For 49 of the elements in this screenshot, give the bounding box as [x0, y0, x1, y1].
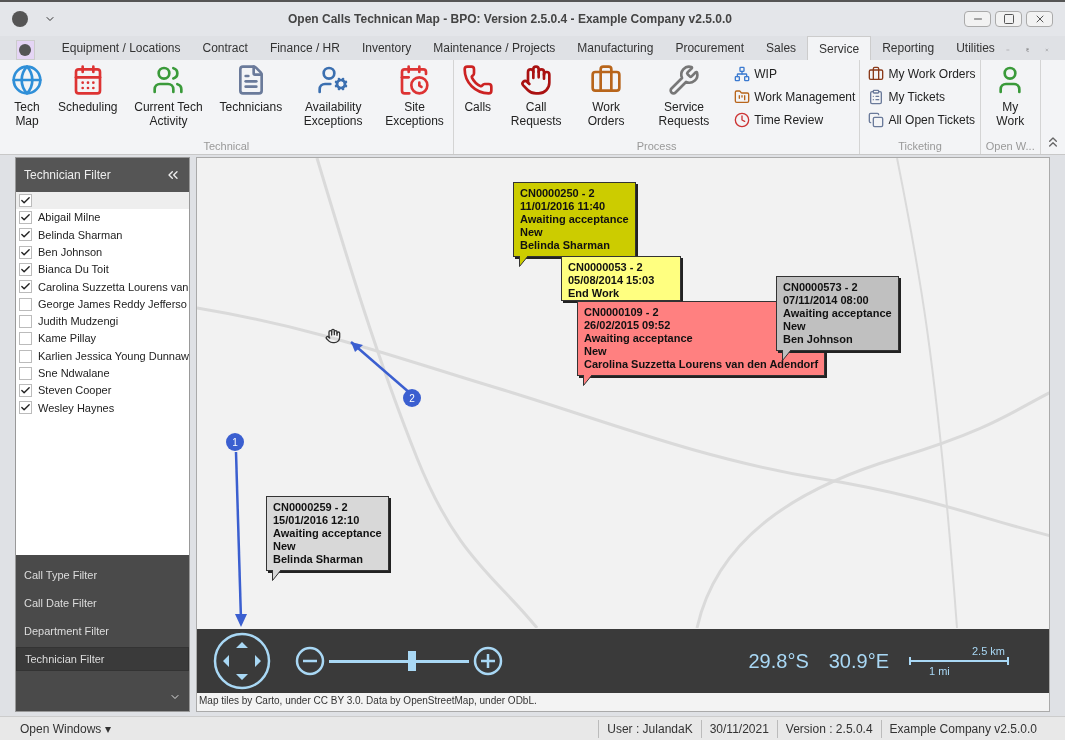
technician-name: Steven Cooper [38, 383, 112, 399]
panel-title: Technician Filter [24, 167, 111, 184]
callout-text: CN0000259 - 2 [273, 501, 348, 514]
callout-text: CN0000250 - 2 [520, 187, 595, 200]
callout-text: End Work [568, 287, 620, 300]
technician-name: Karlien Jessica Young Dunnaw [38, 348, 190, 364]
callout-text: New [520, 226, 543, 239]
callout-text: 26/02/2015 09:52 [584, 319, 671, 332]
callout-text: CN0000053 - 2 [568, 261, 643, 274]
callout-text: Belinda Sharman [273, 553, 363, 566]
callout-text: CN0000109 - 2 [584, 306, 659, 319]
annotation-marker: 2 [403, 389, 421, 407]
callout-text: New [783, 320, 806, 333]
latitude-readout: 29.8°S [748, 649, 809, 674]
scale-label: 1 mi [929, 665, 951, 677]
callout-text: New [584, 345, 607, 358]
callout-text: New [273, 540, 296, 553]
callout-text: Awaiting acceptance [520, 213, 629, 226]
technician-name: Carolina Suzzetta Lourens van [38, 279, 189, 295]
group-label: Technical [202, 139, 251, 154]
scale-label: 2.5 km [972, 645, 1005, 657]
callout-text: Awaiting acceptance [584, 332, 693, 345]
callout-text: 05/08/2014 15:03 [568, 274, 655, 287]
callout-text: Belinda Sharman [520, 239, 610, 252]
annotation-marker: 1 [226, 433, 244, 451]
technician-name: Judith Mudzengi [38, 314, 119, 330]
status-cell: Example Company v2.5.0.0 [880, 719, 1045, 738]
group-label: Process [635, 139, 678, 154]
callout-text: CN0000573 - 2 [783, 281, 858, 294]
technician-name: Belinda Sharman [38, 227, 123, 243]
status-cell: User : JulandaK [598, 719, 701, 738]
map-attribution: Map tiles by Carto, under CC BY 3.0. Data by OpenStreetMap, under ODbL. [197, 693, 1049, 711]
longitude-readout: 30.9°E [828, 649, 889, 674]
technician-name: Ben Johnson [38, 245, 103, 260]
technician-name: Kame Pillay [38, 331, 97, 347]
callout-text: Awaiting acceptance [273, 527, 382, 540]
technician-name: Sne Ndwalane [38, 366, 110, 382]
group-label: Ticketing [897, 139, 943, 154]
callout-text: 11/01/2016 11:40 [520, 200, 606, 213]
callout-text: Carolina Suzzetta Lourens van den Adendorf [584, 358, 819, 371]
group-label: Open W... [984, 139, 1036, 154]
technician-name: Wesley Haynes [38, 400, 115, 416]
callout-text: 15/01/2016 12:10 [273, 514, 360, 527]
technician-name: George James Reddy Jefferso [38, 296, 187, 312]
window-title: Open Calls Technican Map - BPO: Version 2.5.0.4 - Example Company v2.5.0.0 [287, 11, 733, 28]
technician-name: Abigail Milne [38, 210, 101, 226]
technician-name: Bianca Du Toit [38, 262, 109, 278]
status-cell: Version : 2.5.0.4 [776, 719, 881, 738]
status-cell: 30/11/2021 [700, 719, 777, 738]
